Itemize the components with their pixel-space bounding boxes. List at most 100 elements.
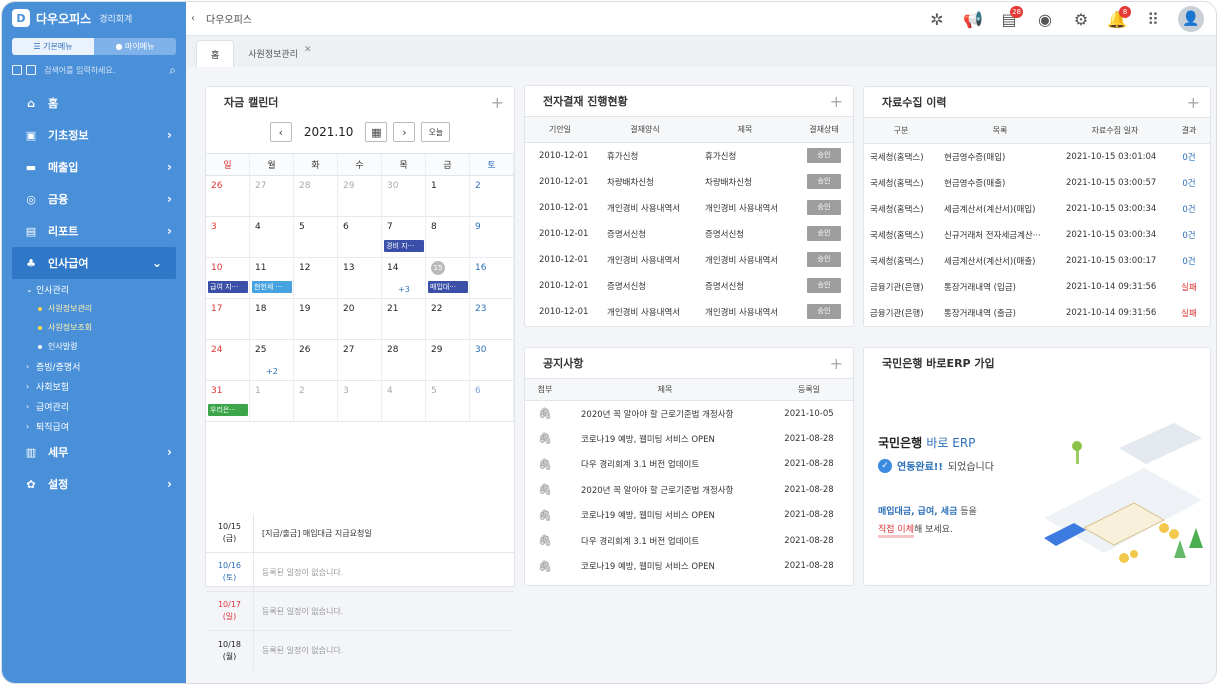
calendar-day[interactable]: 12 [294,258,338,298]
calendar-event[interactable]: 급여 지··· [208,281,248,293]
bell-icon[interactable]: 🔔 8 [1106,6,1131,31]
table-row[interactable]: 국세청(홈택스) 세금계산서(계산서)(매출) 2021-10-15 03:00:1… [864,248,1210,274]
basic-menu-tab[interactable]: ☰ 기본메뉴 [12,38,94,55]
submenu-employee-manage[interactable]: 사원정보관리 [2,299,186,318]
calendar-day-15[interactable]: 15 매입대··· [426,258,470,298]
calendar-day[interactable]: 22 [426,299,470,339]
tab-employee-info[interactable]: 사원정보관리 ✕ [234,40,325,67]
calendar-day[interactable]: 30 [382,176,426,216]
schedule-row[interactable]: 10/17 (일) 등록된 일정이 없습니다. [206,592,514,631]
calendar-day[interactable]: 18 [250,299,294,339]
plus-icon[interactable]: + [491,93,504,112]
calendar-day[interactable]: 28 [294,176,338,216]
calendar-icon[interactable]: ▦ [365,122,388,142]
submenu-personnel-order[interactable]: 인사발령 [2,337,186,356]
calendar-day[interactable]: 29 [426,340,470,380]
calendar-day-11[interactable]: 11 현헌세 ··· [250,258,294,298]
calendar-day[interactable]: 2 [470,176,514,216]
search-icon[interactable]: ⌕ [169,63,176,78]
calendar-day[interactable]: 28 [382,340,426,380]
calendar-event[interactable]: 우리은··· [208,404,248,416]
calendar-day[interactable]: 3 [206,217,250,257]
calendar-event[interactable]: 경비 지··· [384,240,424,252]
layout-icon[interactable] [12,65,22,75]
calendar-day[interactable]: 19 [294,299,338,339]
calendar-day-31[interactable]: 31 우리은··· [206,381,250,421]
table-row[interactable]: 🖇 다우 경리회계 3.1 버전 업데이트 2021-08-28 [525,452,853,478]
megaphone-icon[interactable]: 📢 [962,7,984,31]
table-row[interactable]: 금융기관(은행) 통장거래내역 (입금) 2021-10-14 09:31:56 실패 [864,274,1210,300]
more-events-link[interactable]: +2 [266,367,278,376]
notice-title[interactable]: 다우 경리회계 3.1 버전 업데이트 [565,452,765,478]
my-menu-tab[interactable]: ● 마이메뉴 [94,38,176,55]
plus-icon[interactable]: + [830,354,843,373]
table-row[interactable]: 🖇 코로나19 예방, 웹미팅 서비스 OPEN 2021-08-28 [525,554,853,580]
table-row[interactable]: 🖇 다우 경리회계 3.1 버전 업데이트 2021-08-28 [525,528,853,554]
table-row[interactable]: 국세청(홈택스) 현금영수증(매입) 2021-10-15 03:01:04 0건 [864,144,1210,170]
calendar-day[interactable]: 5 [426,381,470,421]
calendar-day[interactable]: 29 [338,176,382,216]
calendar-day[interactable]: 26 [206,176,250,216]
table-row[interactable]: 2010-12-01 개인경비 사용내역서 개인경비 사용내역서 승인 [525,247,853,273]
calendar-day[interactable]: 27 [338,340,382,380]
calendar-day[interactable]: 21 [382,299,426,339]
next-month-button[interactable]: › [393,122,416,142]
submenu-hr-management[interactable]: ⌄ 인사관리 [2,279,186,299]
notice-title[interactable]: 2020년 꼭 알아야 할 근로기준법 개정사항 [565,401,765,427]
calendar-day[interactable]: 5 [294,217,338,257]
calendar-day[interactable]: 3 [338,381,382,421]
apps-grid-icon[interactable]: ⠿ [1142,7,1164,31]
layout-split-icon[interactable] [26,65,36,75]
calendar-event[interactable]: 현헌세 ··· [252,281,292,293]
table-row[interactable]: 2010-12-01 증명서신청 증명서신청 승인 [525,273,853,299]
schedule-row[interactable]: 10/16 (토) 등록된 일정이 없습니다. [206,553,514,592]
calendar-day[interactable]: 9 [470,217,514,257]
calendar-day-25[interactable]: 25 +2 [250,340,294,380]
plus-icon[interactable]: + [830,92,843,111]
calendar-day-7[interactable]: 7 경비 지··· [382,217,426,257]
table-row[interactable]: 금융기관(은행) 통장거래내역 (출금) 2021-10-14 09:31:56 실패 [864,300,1210,326]
table-row[interactable]: 🖇 2020년 꼭 알아야 할 근로기준법 개정사항 2021-10-05 [525,401,853,427]
collapse-sidebar-icon[interactable]: ‹ [186,13,200,24]
document-icon[interactable]: ▤ 28 [998,6,1023,31]
table-row[interactable]: 2010-12-01 개인경비 사용내역서 개인경비 사용내역서 승인 [525,299,853,325]
calendar-day[interactable]: 27 [250,176,294,216]
notice-title[interactable]: 코로나19 예방, 웹미팅 서비스 OPEN [565,426,765,452]
notice-title[interactable]: 코로나19 예방, 웹미팅 서비스 OPEN [565,554,765,580]
table-row[interactable]: 2010-12-01 개인경비 사용내역서 개인경비 사용내역서 승인 [525,195,853,221]
table-row[interactable]: 국세청(홈택스) 세금계산서(계산서)(매입) 2021-10-15 03:00:3… [864,196,1210,222]
submenu-payroll[interactable]: › 급여관리 [2,396,186,416]
notice-title[interactable]: 코로나19 예방, 웹미팅 서비스 OPEN [565,503,765,529]
calendar-day[interactable]: 4 [382,381,426,421]
notice-title[interactable]: 2020년 꼭 알아야 할 근로기준법 개정사항 [565,477,765,503]
calendar-day[interactable]: 4 [250,217,294,257]
nav-finance[interactable]: ◎ 금융 › [2,183,186,215]
nav-settings[interactable]: ✿ 설정 › [2,468,186,500]
calendar-event[interactable]: 매입대··· [428,281,468,293]
nav-hr-payroll[interactable]: ♣ 인사급여 ⌄ [12,247,176,279]
calendar-day[interactable]: 8 [426,217,470,257]
menu-search-input[interactable]: 검색어를 입력하세요. [40,65,165,76]
calendar-day[interactable]: 6 [338,217,382,257]
nav-home[interactable]: ⌂ 홈 [2,87,186,119]
submenu-social-insurance[interactable]: › 사회보험 [2,376,186,396]
submenu-employee-view[interactable]: 사원정보조회 [2,318,186,337]
nav-report[interactable]: ▤ 리포트 › [2,215,186,247]
nav-sales-purchase[interactable]: ▬ 매출입 › [2,151,186,183]
table-row[interactable]: 국세청(홈택스) 신규거래처 전자세금계산··· 2021-10-15 03:00:… [864,222,1210,248]
calendar-day[interactable]: 6 [470,381,514,421]
ad-banner[interactable]: 국민은행 바로 ERP ✓ 연동완료!! 되었습니다 매입대금, 급여, 세금 등… [864,378,1210,585]
calendar-day[interactable]: 24 [206,340,250,380]
calendar-day[interactable]: 2 [294,381,338,421]
calendar-day[interactable]: 17 [206,299,250,339]
table-row[interactable]: 2010-12-01 차량배차신청 차량배차신청 승인 [525,169,853,195]
calendar-day[interactable]: 23 [470,299,514,339]
calendar-day[interactable]: 13 [338,258,382,298]
table-row[interactable]: 🖇 코로나19 예방, 웹미팅 서비스 OPEN 2021-08-28 [525,503,853,529]
notice-title[interactable]: 다우 경리회계 3.1 버전 업데이트 [565,528,765,554]
calendar-day[interactable]: 16 [470,258,514,298]
prev-month-button[interactable]: ‹ [269,122,292,142]
plus-icon[interactable]: + [1187,93,1200,112]
avatar[interactable]: 👤 [1178,6,1204,32]
close-icon[interactable]: ✕ [304,45,312,55]
